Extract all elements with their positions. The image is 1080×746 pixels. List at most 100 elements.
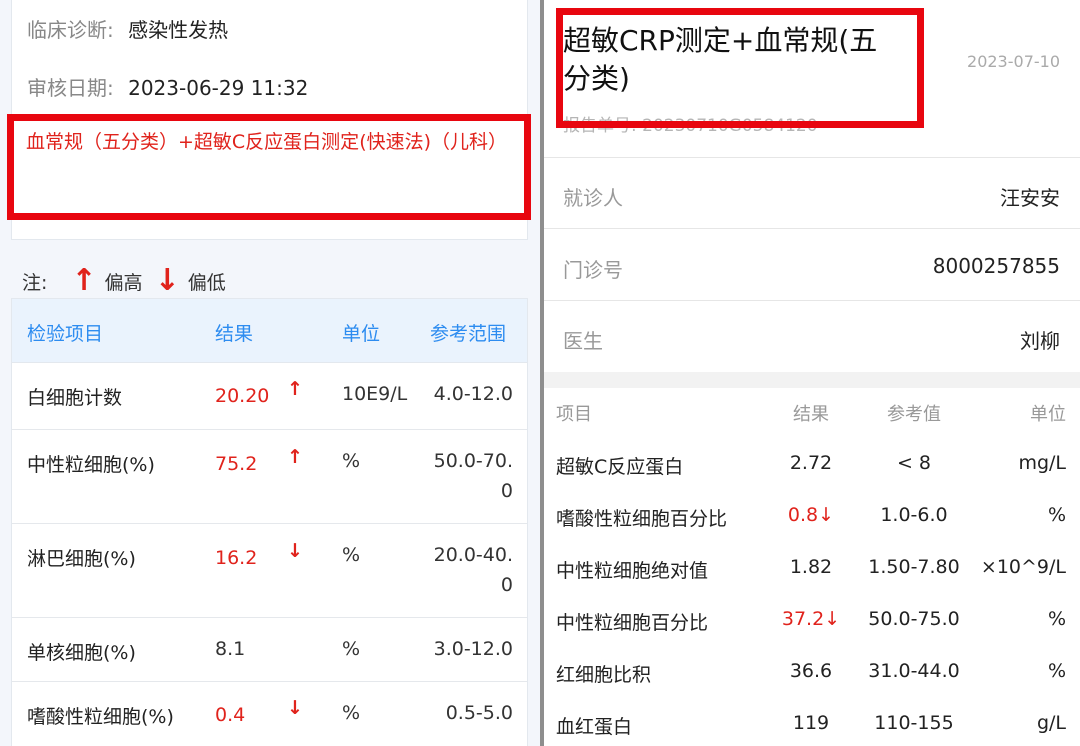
row-result: 8.1 [215, 638, 246, 660]
review-date-label: 审核日期: [27, 76, 114, 100]
right-report-panel: 报告单号: 20230710G0584120 超敏CRP测定+血常规(五分类) … [544, 0, 1080, 746]
table-row[interactable]: 嗜酸性粒细胞(%) 0.4 ↓ % 0.5-5.0 [12, 682, 527, 746]
results-table: 检验项目 结果 单位 参考范围 白细胞计数 20.20 ↑ 10E9/L 4.0… [11, 298, 528, 746]
col-result: 结果 [215, 323, 254, 345]
row-name: 白细胞计数 [27, 387, 123, 409]
row-ref: 3.0-12.0 [433, 638, 513, 660]
row-unit: 10E9/L [342, 383, 408, 405]
row-ref: 0.5-5.0 [445, 702, 513, 724]
table-row[interactable]: 白细胞计数 20.20 ↑ 10E9/L 4.0-12.0 [12, 363, 527, 430]
row-result: 1.82 [774, 556, 848, 578]
row-result-value: 119 [792, 712, 830, 734]
patient-row: 就诊人 汪安安 [563, 182, 1060, 211]
arrow-up-icon: ↑ [287, 446, 303, 468]
note-label: 注: [22, 271, 48, 294]
note-high-label: 偏高 [104, 271, 143, 294]
col-item: 检验项目 [27, 323, 104, 345]
table-header: 检验项目 结果 单位 参考范围 [12, 299, 527, 363]
row-result: 119 [774, 712, 848, 734]
row-result: 16.2 [215, 547, 258, 569]
divider-line [544, 228, 1080, 229]
doctor-label: 医生 [563, 329, 603, 353]
divider-line [544, 157, 1080, 158]
row-ref: 1.50-7.80 [868, 556, 960, 578]
row-result: 2.72 [774, 452, 848, 474]
clinic-no-value: 8000257855 [932, 254, 1060, 278]
row-unit: mg/L [1018, 452, 1066, 474]
col-unit: 单位 [342, 323, 381, 345]
section-gap [544, 372, 1080, 388]
row-unit: % [342, 544, 361, 566]
row-unit: g/L [1036, 712, 1066, 734]
row-result: 36.6 [774, 660, 848, 682]
row-ref: 4.0-12.0 [433, 383, 513, 405]
row-name: 单核细胞(%) [27, 642, 136, 664]
col-ref: 参考值 [887, 404, 941, 425]
doctor-value: 刘柳 [1020, 329, 1060, 353]
patient-label: 就诊人 [563, 186, 623, 210]
left-report-panel: 临床诊断: 感染性发热 审核日期: 2023-06-29 11:32 血常规（五… [0, 0, 540, 746]
row-result-value: 36.6 [789, 660, 833, 682]
arrow-down-icon: ↓ [818, 504, 835, 526]
row-name: 淋巴细胞(%) [27, 548, 136, 570]
arrow-down-icon: ↓ [824, 608, 841, 630]
row-name: 超敏C反应蛋白 [556, 456, 684, 478]
row-result-value: 2.72 [789, 452, 833, 474]
doctor-row: 医生 刘柳 [563, 325, 1060, 354]
arrow-down-icon: ↓ [154, 263, 180, 298]
row-ref: < 8 [896, 452, 932, 474]
row-result: 37.2↓ [774, 608, 848, 630]
col-item: 项目 [556, 404, 592, 425]
row-name: 中性粒细胞绝对值 [556, 560, 709, 582]
arrow-down-icon: ↓ [287, 540, 303, 562]
row-result: 0.4 [215, 704, 246, 726]
review-date-value: 2023-06-29 11:32 [128, 76, 309, 100]
table-row[interactable]: 单核细胞(%) 8.1 % 3.0-12.0 [12, 618, 527, 682]
row-name: 中性粒细胞(%) [27, 454, 155, 476]
row-result-value: 37.2 [781, 608, 825, 630]
row-name: 嗜酸性粒细胞百分比 [556, 508, 728, 530]
row-name: 红细胞比积 [556, 664, 652, 686]
table-row[interactable]: 淋巴细胞(%) 16.2 ↓ % 20.0-40.0 [12, 524, 527, 618]
patient-value: 汪安安 [1000, 186, 1060, 210]
diagnosis-label: 临床诊断: [27, 18, 114, 42]
col-result: 结果 [793, 404, 829, 425]
col-unit: 单位 [1030, 404, 1066, 425]
row-name: 血红蛋白 [556, 716, 633, 738]
row-result: 20.20 [215, 385, 270, 407]
row-result: 0.8↓ [774, 504, 848, 526]
row-ref: 50.0-70.0 [433, 450, 513, 502]
arrow-down-icon: ↓ [287, 697, 303, 719]
highlight-box [7, 114, 531, 220]
diagnosis-row: 临床诊断: 感染性发热 [27, 14, 228, 43]
table-row[interactable]: 中性粒细胞(%) 75.2 ↑ % 50.0-70.0 [12, 430, 527, 524]
row-unit: % [342, 702, 361, 724]
note-low-label: 偏低 [187, 271, 226, 294]
row-result: 75.2 [215, 453, 258, 475]
row-name: 嗜酸性粒细胞(%) [27, 706, 174, 728]
report-date: 2023-07-10 [967, 52, 1060, 71]
review-date-row: 审核日期: 2023-06-29 11:32 [27, 72, 308, 101]
arrow-up-icon: ↑ [71, 263, 97, 298]
row-unit: % [1047, 660, 1066, 682]
divider-line [544, 300, 1080, 301]
row-name: 中性粒细胞百分比 [556, 612, 709, 634]
row-unit: % [1047, 608, 1066, 630]
clinic-no-row: 门诊号 8000257855 [563, 254, 1060, 283]
row-unit: % [342, 638, 361, 660]
row-unit: % [342, 450, 361, 472]
row-ref: 20.0-40.0 [433, 544, 513, 596]
row-result-value: 1.82 [789, 556, 833, 578]
row-ref: 50.0-75.0 [868, 608, 960, 630]
row-result-value: 0.8 [787, 504, 819, 526]
row-ref: 1.0-6.0 [880, 504, 948, 526]
row-ref: 31.0-44.0 [868, 660, 960, 682]
row-unit: % [1047, 504, 1066, 526]
diagnosis-value: 感染性发热 [128, 18, 229, 42]
row-ref: 110-155 [874, 712, 954, 734]
row-unit: ×10^9/L [980, 556, 1066, 578]
arrow-up-icon: ↑ [287, 378, 303, 400]
col-ref: 参考范围 [430, 323, 507, 345]
clinic-no-label: 门诊号 [563, 258, 623, 282]
highlight-box [556, 8, 924, 128]
